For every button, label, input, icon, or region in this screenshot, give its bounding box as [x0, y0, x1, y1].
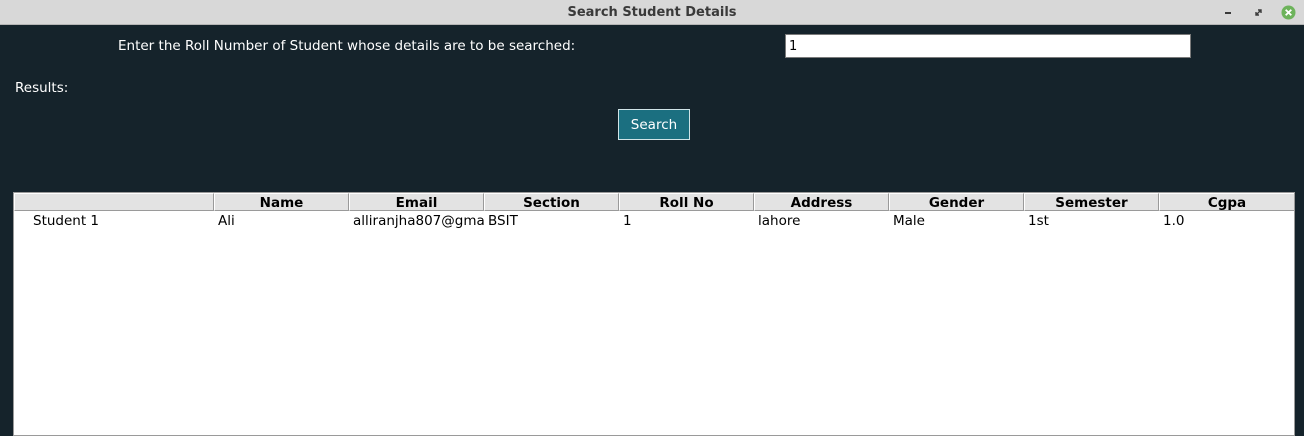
roll-no-cell: 1 [623, 213, 632, 229]
column-header-email[interactable]: Email [349, 193, 484, 211]
row-id-cell: Student 1 [33, 213, 100, 229]
window-content: Enter the Roll Number of Student whose d… [0, 25, 1304, 436]
column-header-id[interactable] [14, 193, 214, 211]
column-header-roll-no[interactable]: Roll No [619, 193, 754, 211]
close-icon[interactable] [1280, 4, 1297, 21]
name-cell: Ali [218, 213, 235, 229]
address-cell: lahore [758, 213, 801, 229]
column-header-cgpa[interactable]: Cgpa [1159, 193, 1294, 211]
results-label: Results: [15, 80, 69, 96]
gender-cell: Male [893, 213, 925, 229]
column-header-name[interactable]: Name [214, 193, 349, 211]
table-header: Name Email Section Roll No Address Gende… [14, 193, 1294, 211]
roll-number-prompt-label: Enter the Roll Number of Student whose d… [118, 38, 576, 54]
email-cell: alliranjha807@gma [353, 213, 484, 229]
section-cell: BSIT [488, 213, 518, 229]
results-table[interactable]: Name Email Section Roll No Address Gende… [13, 192, 1295, 436]
window-title: Search Student Details [567, 5, 737, 20]
table-row[interactable]: Student 1 Ali alliranjha807@gma BSIT 1 l… [14, 211, 1294, 231]
column-header-address[interactable]: Address [754, 193, 889, 211]
semester-cell: 1st [1028, 213, 1049, 229]
minimize-icon[interactable] [1220, 4, 1237, 21]
table-body: Student 1 Ali alliranjha807@gma BSIT 1 l… [14, 211, 1294, 231]
roll-number-input[interactable] [785, 34, 1191, 58]
title-bar: Search Student Details [0, 0, 1304, 25]
column-header-section[interactable]: Section [484, 193, 619, 211]
column-header-semester[interactable]: Semester [1024, 193, 1159, 211]
column-header-gender[interactable]: Gender [889, 193, 1024, 211]
search-button[interactable]: Search [618, 109, 690, 140]
maximize-icon[interactable] [1250, 4, 1267, 21]
cgpa-cell: 1.0 [1163, 213, 1185, 229]
